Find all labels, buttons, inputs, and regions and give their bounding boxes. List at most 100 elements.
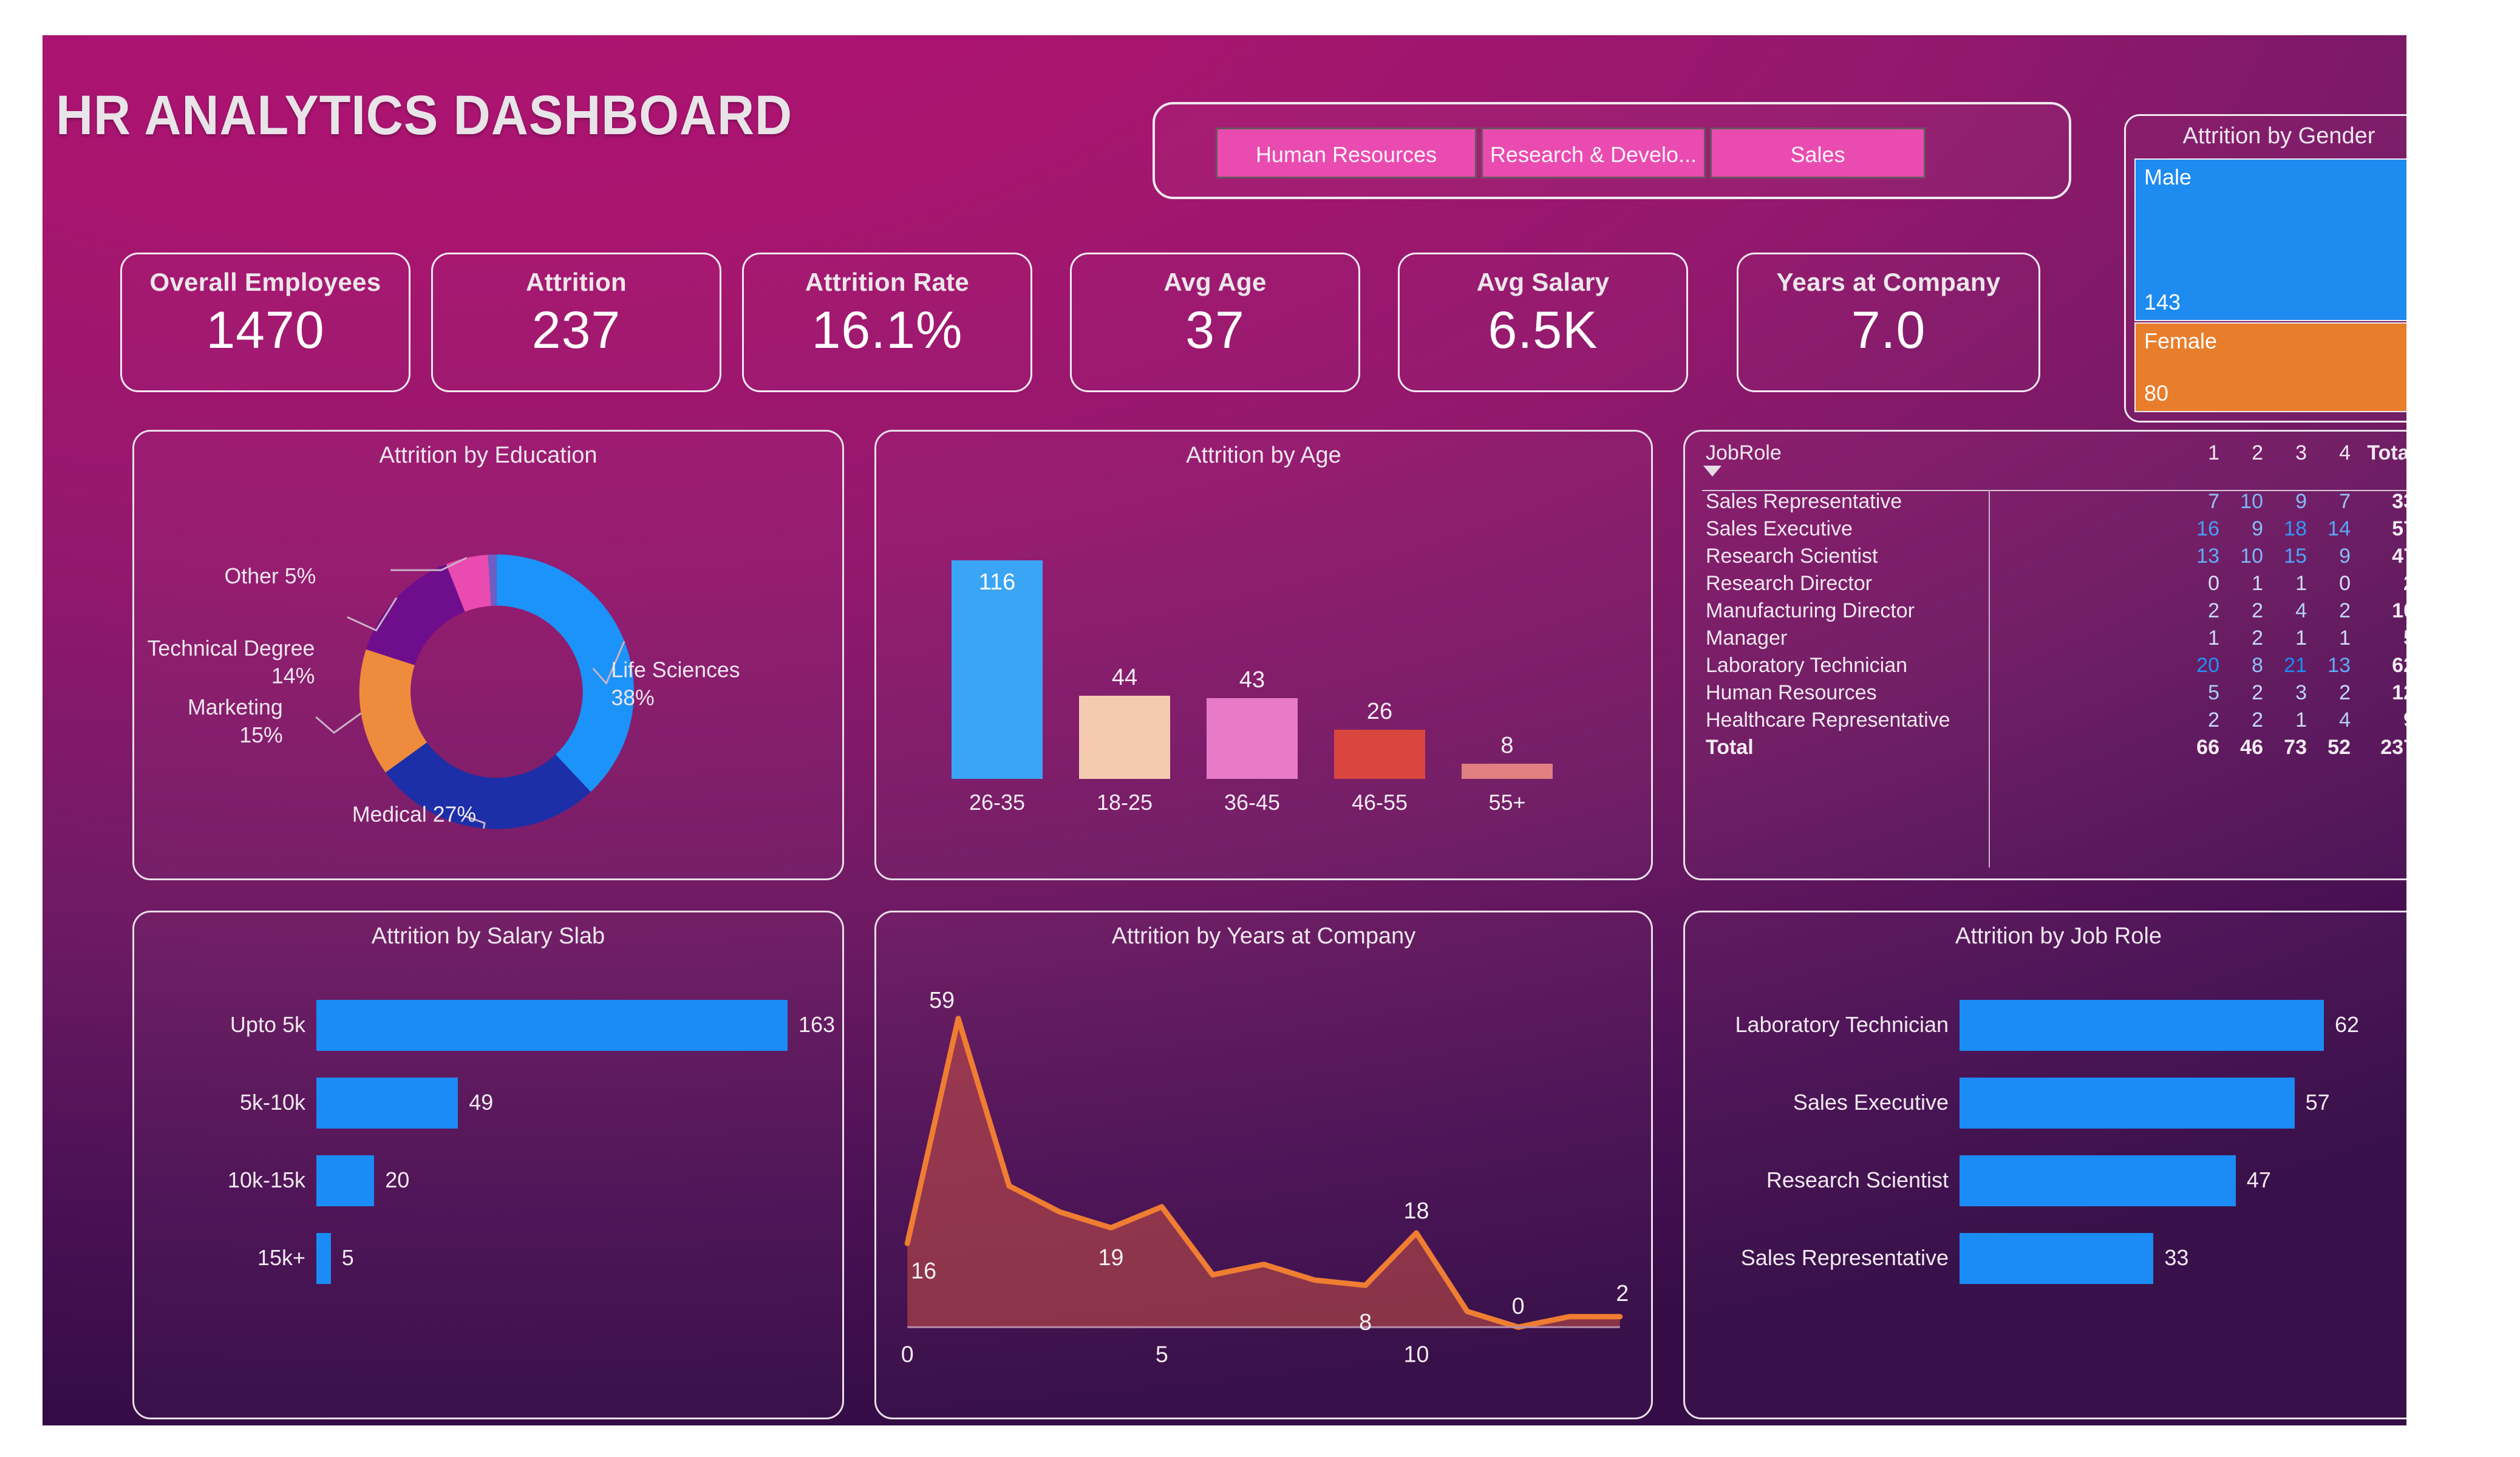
matrix-value-cell: 7 — [2339, 490, 2351, 513]
bar-category-label: 36-45 — [1224, 790, 1281, 815]
treemap-cell-female[interactable]: Female 80 — [2134, 322, 2406, 412]
gender-treemap: Male 143 Female 80 — [2134, 158, 2406, 413]
bar[interactable] — [1960, 1000, 2324, 1051]
education-donut-chart[interactable]: Life Sciences 38%Medical 27%Marketing 15%T… — [134, 432, 842, 878]
attrition-matrix-panel: JobRole1234TotalSales Representative7109… — [1683, 430, 2406, 880]
bar[interactable] — [1207, 698, 1298, 779]
table-row[interactable]: Sales Representative 7 10 9 7 33 — [1702, 488, 2406, 515]
bar-column[interactable]: 8 — [1462, 543, 1553, 779]
matrix-role-cell: Laboratory Technician — [1706, 654, 1908, 677]
table-row[interactable]: Healthcare Representative 2 2 1 49 — [1702, 707, 2406, 734]
matrix-row-total: 33 — [2392, 490, 2406, 513]
bar[interactable] — [1960, 1078, 2295, 1129]
table-row[interactable]: Research Scientist 13 10 15 9 47 — [1702, 543, 2406, 570]
table-row[interactable]: Sales Executive 16 9 18 14 57 — [1702, 515, 2406, 543]
kpi-years-at-company[interactable]: Years at Company 7.0 — [1737, 253, 2040, 392]
kpi-value: 7.0 — [1851, 301, 1926, 359]
matrix-value-cell: 15 — [2284, 545, 2307, 568]
matrix-role-cell: Total — [1706, 736, 1754, 759]
kpi-label: Attrition — [526, 268, 627, 296]
matrix-role-cell: Healthcare Representative — [1706, 708, 1950, 732]
matrix-row-total: 47 — [2392, 545, 2406, 568]
attrition-by-gender-card: Attrition by Gender Male 143 Female 80 — [2124, 114, 2406, 423]
bar[interactable] — [1960, 1155, 2236, 1206]
kpi-attrition-rate[interactable]: Attrition Rate 16.1% — [742, 253, 1032, 392]
bar-category-label: 15k+ — [257, 1245, 305, 1270]
treemap-label: Female — [2144, 328, 2218, 353]
bar[interactable] — [1079, 696, 1170, 779]
matrix-total-header[interactable]: Total — [2353, 441, 2406, 467]
bar-value-label: 8 — [1500, 733, 1514, 759]
bar-value-label: 33 — [2164, 1245, 2189, 1270]
table-row[interactable]: Laboratory Technician 20 8 21 13 62 — [1702, 652, 2406, 679]
bar-value-label: 47 — [2246, 1167, 2271, 1192]
kpi-value: 1470 — [206, 301, 325, 359]
matrix-value-cell: 4 — [2339, 708, 2351, 732]
bar-value-label: 62 — [2335, 1012, 2360, 1037]
years-area-chart[interactable]: 16 59 19 8 18 0 2 0 5 10 — [876, 912, 1651, 1418]
table-row[interactable]: Manager12115 — [1702, 625, 2406, 652]
slicer-option-sales[interactable]: Sales — [1710, 127, 1926, 178]
treemap-cell-male[interactable]: Male 143 — [2134, 158, 2406, 321]
bar-value-label: 57 — [2305, 1090, 2330, 1115]
table-row[interactable]: Manufacturing Director 2 2 4 2 10 — [1702, 597, 2406, 625]
matrix-role-cell: Sales Representative — [1706, 490, 1902, 513]
bar-category-label: 55+ — [1488, 790, 1526, 815]
slicer-option-research-development[interactable]: Research & Develo... — [1481, 127, 1706, 178]
matrix-row-total: 62 — [2392, 654, 2406, 677]
matrix-row-header[interactable]: JobRole — [1702, 441, 2178, 467]
kpi-attrition[interactable]: Attrition 237 — [431, 253, 721, 392]
attrition-by-age-panel: Attrition by Age 116 26-35 44 18-25 43 36-45 2… — [874, 430, 1653, 880]
svg-text:8: 8 — [1359, 1309, 1372, 1335]
bar[interactable] — [316, 1233, 331, 1284]
matrix-row-total: 12 — [2392, 681, 2406, 704]
bar[interactable] — [316, 1078, 458, 1129]
kpi-value: 237 — [531, 301, 621, 359]
bar[interactable] — [1462, 764, 1553, 779]
bar-column[interactable]: 43 — [1207, 543, 1298, 779]
bar-column[interactable]: 44 — [1079, 543, 1170, 779]
attrition-matrix-table[interactable]: JobRole1234TotalSales Representative7109… — [1702, 441, 2406, 761]
bar-category-label: 18-25 — [1096, 790, 1153, 815]
treemap-label: Male — [2144, 165, 2192, 189]
salary-bar-chart[interactable]: Upto 5k 163 5k-10k 49 10k-15k 20 15k+ 5 — [134, 991, 842, 1392]
table-row[interactable]: Research Director01102 — [1702, 570, 2406, 597]
kpi-label: Attrition Rate — [805, 268, 970, 296]
kpi-label: Avg Age — [1163, 268, 1267, 296]
svg-text:Technical Degree14%: Technical Degree 14% — [148, 636, 315, 688]
kpi-overall-employees[interactable]: Overall Employees 1470 — [120, 253, 410, 392]
kpi-avg-age[interactable]: Avg Age 37 — [1070, 253, 1360, 392]
matrix-col-header[interactable]: 3 — [2266, 441, 2309, 467]
matrix-column-total: 46 — [2240, 736, 2263, 759]
bar-column[interactable]: 116 — [952, 543, 1043, 779]
treemap-value: 80 — [2144, 381, 2169, 406]
panel-title: Attrition by Salary Slab — [371, 923, 605, 949]
kpi-label: Years at Company — [1776, 268, 2001, 296]
matrix-value-cell: 14 — [2328, 517, 2351, 540]
matrix-value-cell: 16 — [2196, 517, 2219, 540]
table-row[interactable]: Human Resources 5 2 3 2 12 — [1702, 679, 2406, 707]
matrix-col-header[interactable]: 1 — [2178, 441, 2222, 467]
slicer-option-human-resources[interactable]: Human Resources — [1216, 127, 1477, 178]
matrix-col-header[interactable]: 2 — [2222, 441, 2266, 467]
svg-text:10: 10 — [1403, 1342, 1429, 1367]
kpi-avg-salary[interactable]: Avg Salary 6.5K — [1398, 253, 1688, 392]
bar[interactable] — [316, 1155, 375, 1206]
matrix-col-header[interactable]: 4 — [2309, 441, 2353, 467]
bar-category-label: 5k-10k — [239, 1090, 305, 1115]
matrix-row-total: 10 — [2392, 599, 2406, 622]
bar[interactable] — [1960, 1233, 2154, 1284]
job-role-bar-chart[interactable]: Laboratory Technician 62 Sales Executive 57… — [1685, 991, 2406, 1392]
matrix-value-cell: 1 — [2295, 572, 2307, 595]
panel-title: Attrition by Job Role — [1955, 923, 2162, 949]
matrix-role-cell: Manufacturing Director — [1706, 599, 1915, 622]
bar-value-label: 20 — [385, 1167, 410, 1192]
age-bar-chart[interactable]: 116 26-35 44 18-25 43 36-45 26 46-55 8 55+ — [943, 523, 1599, 826]
bar[interactable] — [316, 1000, 788, 1051]
bar-column[interactable]: 26 — [1334, 543, 1425, 779]
matrix-value-cell: 2 — [2208, 599, 2219, 622]
panel-title: Attrition by Age — [1186, 443, 1341, 468]
svg-text:5: 5 — [1156, 1342, 1168, 1367]
matrix-value-cell: 9 — [2339, 545, 2351, 568]
bar[interactable] — [1334, 730, 1425, 779]
